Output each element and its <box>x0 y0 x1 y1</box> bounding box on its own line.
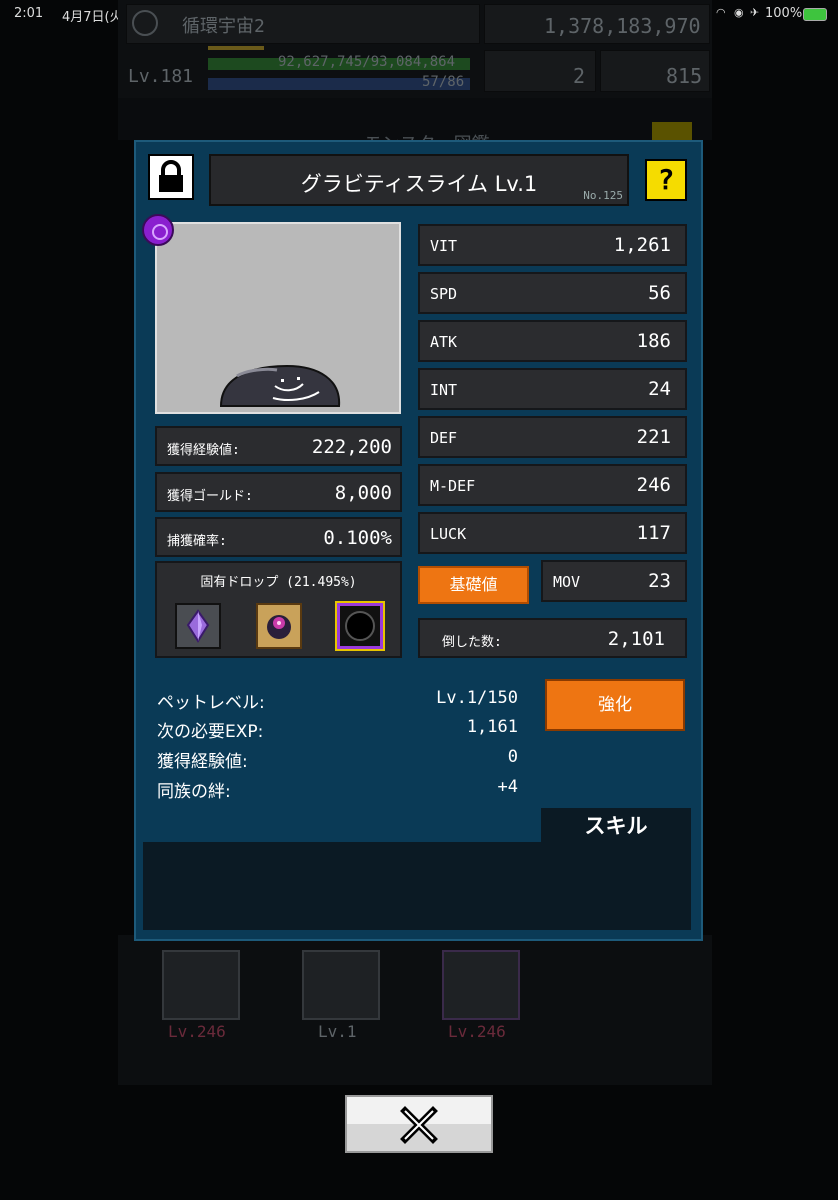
kill-count-row: 倒した数: 2,101 <box>418 618 687 658</box>
gravity-slime-sprite <box>219 364 341 407</box>
world-panel <box>126 4 480 44</box>
kill-count-label: 倒した数: <box>442 635 502 650</box>
kill-count-value: 2,101 <box>607 628 665 650</box>
stat-value: 1,261 <box>613 234 671 256</box>
stat-row-luck: LUCK 117 <box>418 512 687 554</box>
location-icon: ◉ <box>734 6 744 19</box>
reward-exp-row: 獲得経験値: 222,200 <box>155 426 402 466</box>
stat-row-def: DEF 221 <box>418 416 687 458</box>
next-exp-label: 次の必要EXP: <box>157 722 264 742</box>
reward-gold-row: 獲得ゴールド: 8,000 <box>155 472 402 512</box>
stat-row-atk: ATK 186 <box>418 320 687 362</box>
stat-row-mdef: M-DEF 246 <box>418 464 687 506</box>
stat-value: 186 <box>636 330 671 352</box>
mp-text: 57/86 <box>422 74 465 90</box>
unique-drop-panel: 固有ドロップ (21.495%) <box>155 561 402 658</box>
pet-level-label: ペットレベル: <box>157 693 265 713</box>
gold-amount: 1,378,183,970 <box>544 14 701 38</box>
stat-row-spd: SPD 56 <box>418 272 687 314</box>
counter-b: 815 <box>666 64 703 88</box>
stat-value: 56 <box>648 282 671 304</box>
player-level: Lv.181 <box>128 66 194 87</box>
next-exp-value: 1,161 <box>466 717 518 737</box>
background-title-strip: モンスター図鑑 <box>118 98 712 155</box>
pet-level-value: Lv.1/150 <box>436 688 518 708</box>
background-card-2 <box>302 950 380 1020</box>
skill-tab[interactable]: スキル <box>541 808 691 844</box>
airplane-icon: ✈ <box>750 6 760 19</box>
wifi-icon: ◠ <box>716 6 726 19</box>
monster-name: グラビティスライム Lv.1 <box>300 172 538 196</box>
stat-row-mov: MOV 23 <box>541 560 687 602</box>
background-help-icon <box>652 122 692 140</box>
stat-row-int: INT 24 <box>418 368 687 410</box>
lock-button[interactable] <box>148 154 194 200</box>
monster-name-box: グラビティスライム Lv.1 No.125 <box>209 154 629 206</box>
counter-a: 2 <box>573 64 586 88</box>
element-orb-icon <box>142 214 174 246</box>
close-icon <box>400 1106 438 1144</box>
background-card-3 <box>442 950 520 1020</box>
stat-row-vit: VIT 1,261 <box>418 224 687 266</box>
monster-number: No.125 <box>583 189 623 202</box>
background-card-1-level: Lv.246 <box>168 1022 226 1041</box>
world-name: 循環宇宙2 <box>182 16 265 37</box>
stat-label: MOV <box>553 573 581 591</box>
base-value-button[interactable]: 基礎値 <box>418 566 529 604</box>
dark-flower-icon[interactable] <box>256 603 302 649</box>
background-card-3-level: Lv.246 <box>448 1022 506 1041</box>
stat-value: 246 <box>636 474 671 496</box>
skill-area <box>143 842 691 930</box>
capture-rate-row: 捕獲確率: 0.100% <box>155 517 402 557</box>
stat-label: SPD <box>430 285 458 303</box>
lock-icon <box>159 160 183 192</box>
monster-portrait <box>155 222 401 414</box>
capture-rate-label: 捕獲確率: <box>167 534 227 549</box>
battery-icon <box>803 8 827 21</box>
background-hud: 循環宇宙2 1,378,183,970 Lv.181 92,627,745/93… <box>118 0 712 98</box>
pet-exp-value: 0 <box>507 747 518 767</box>
stat-label: VIT <box>430 237 458 255</box>
close-button[interactable] <box>345 1095 493 1153</box>
stat-label: ATK <box>430 333 458 351</box>
stat-label: DEF <box>430 429 458 447</box>
stat-value: 24 <box>648 378 671 400</box>
background-card-1 <box>162 950 240 1020</box>
stat-value: 23 <box>648 570 671 592</box>
kin-bond-value: +4 <box>497 777 518 797</box>
small-bar <box>208 46 264 50</box>
unique-drop-title: 固有ドロップ (21.495%) <box>200 575 357 590</box>
settings-gear-icon <box>132 10 158 36</box>
stat-label: INT <box>430 381 458 399</box>
kin-bond-label: 同族の絆: <box>157 782 231 802</box>
pet-exp-label: 獲得経験値: <box>157 752 248 772</box>
black-orb-icon[interactable] <box>335 601 385 651</box>
reward-exp-value: 222,200 <box>311 436 392 458</box>
enhance-button[interactable]: 強化 <box>545 679 685 731</box>
reward-gold-value: 8,000 <box>334 482 392 504</box>
exp-text: 92,627,745/93,084,864 <box>278 54 456 70</box>
background-card-2-level: Lv.1 <box>318 1022 357 1041</box>
purple-crystal-icon[interactable] <box>175 603 221 649</box>
reward-exp-label: 獲得経験値: <box>167 443 240 458</box>
stat-label: M-DEF <box>430 477 476 495</box>
reward-gold-label: 獲得ゴールド: <box>167 489 253 504</box>
status-time: 2:01 <box>14 6 44 21</box>
help-button[interactable]: ? <box>645 159 687 201</box>
stat-value: 117 <box>636 522 671 544</box>
battery-percent: 100% <box>765 6 803 21</box>
stat-label: LUCK <box>430 525 467 543</box>
stat-value: 221 <box>636 426 671 448</box>
capture-rate-value: 0.100% <box>323 527 392 549</box>
